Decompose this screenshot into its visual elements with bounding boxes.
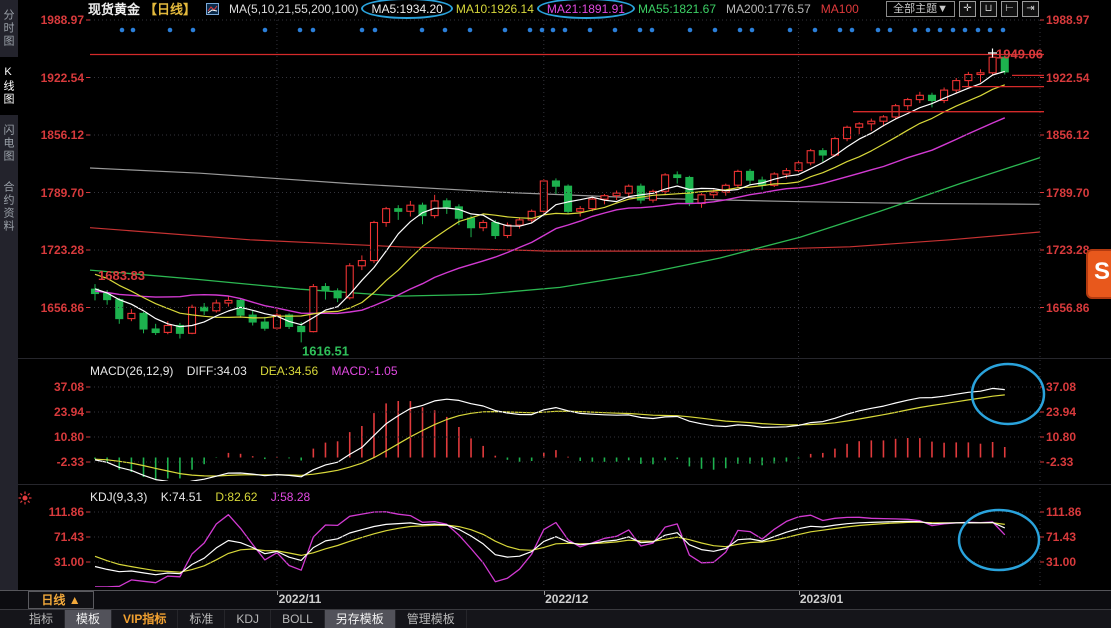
kdj-axis-label-right: 31.00 xyxy=(1046,555,1110,569)
date-tick-mark xyxy=(799,591,800,595)
symbol-name: 现货黄金 xyxy=(88,0,140,18)
macd-diff-value: DIFF:34.03 xyxy=(187,364,247,378)
bottom-tab-6[interactable]: 另存模板 xyxy=(325,610,396,628)
main-axis-label-right: 1789.70 xyxy=(1046,186,1110,200)
kdj-axis-label-right: 111.86 xyxy=(1046,505,1110,519)
kdj-k-value: K:74.51 xyxy=(161,490,202,504)
main-axis-label-right: 1856.12 xyxy=(1046,128,1110,142)
chart-canvas: 1949.06 1683.83 1616.51 xyxy=(0,0,1111,628)
kdj-header: KDJ(9,3,3) K:74.51 D:82.62 J:58.28 xyxy=(90,490,320,504)
mini-chart-icon xyxy=(206,3,219,15)
kdj-d-value: D:82.62 xyxy=(215,490,257,504)
ma-params-label: MA(5,10,21,55,200,100) xyxy=(229,2,358,16)
bottom-tab-0[interactable]: 指标 xyxy=(18,610,65,628)
bottom-tab-1[interactable]: 模板 xyxy=(65,610,112,628)
macd-axis-label-right: 23.94 xyxy=(1046,405,1110,419)
sidebar-item-0[interactable]: 分时图 xyxy=(0,0,18,57)
bottom-tab-5[interactable]: BOLL xyxy=(271,610,325,628)
ma100-value: MA100 xyxy=(821,2,859,16)
kdj-title: KDJ(9,3,3) xyxy=(90,490,147,504)
bottom-tab-7[interactable]: 管理模板 xyxy=(396,610,467,628)
date-tick-label: 2022/12 xyxy=(545,592,588,606)
kdj-axis-label-right: 71.43 xyxy=(1046,530,1110,544)
alert-starburst-icon xyxy=(19,492,32,505)
macd-axis-label-right: 10.80 xyxy=(1046,430,1110,444)
sidebar-item-1[interactable]: K线图 xyxy=(0,57,18,115)
floating-s-badge[interactable]: S xyxy=(1086,249,1111,299)
indicator-tab-bar: 指标模板VIP指标标准KDJBOLL另存模板管理模板 xyxy=(0,609,1111,628)
svg-text:1616.51: 1616.51 xyxy=(302,343,349,358)
date-tick-mark xyxy=(544,591,545,595)
ma200-value: MA200:1776.57 xyxy=(726,2,811,16)
svg-text:1949.06: 1949.06 xyxy=(996,47,1043,62)
macd-axis-label-right: -2.33 xyxy=(1046,455,1110,469)
kdj-j-value: J:58.28 xyxy=(271,490,310,504)
macd-header: MACD(26,12,9) DIFF:34.03 DEA:34.56 MACD:… xyxy=(90,364,408,378)
date-axis-row: 2022/11 2022/12 2023/01 xyxy=(0,590,1111,609)
macd-axis-label-right: 37.08 xyxy=(1046,380,1110,394)
chart-legend-bar: 现货黄金 【日线】 MA(5,10,21,55,200,100) MA5:193… xyxy=(88,0,859,17)
trading-app-window: { "header": { "symbol": "现货黄金", "period"… xyxy=(0,0,1111,628)
expand-right-icon[interactable]: ⇥ xyxy=(1022,1,1039,17)
theme-dropdown-button[interactable]: 全部主题▼ xyxy=(886,1,955,17)
date-tick-label: 2023/01 xyxy=(800,592,843,606)
chart-type-sidebar: 分时图K线图闪电图合约资料 xyxy=(0,0,18,590)
ma21-value: MA21:1891.91 xyxy=(544,2,628,16)
ma55-value: MA55:1821.67 xyxy=(638,2,716,16)
date-tick-mark xyxy=(277,591,278,595)
macd-bar-value: MACD:-1.05 xyxy=(331,364,397,378)
macd-title: MACD(26,12,9) xyxy=(90,364,173,378)
bottom-tab-4[interactable]: KDJ xyxy=(225,610,271,628)
macd-dea-value: DEA:34.56 xyxy=(260,364,318,378)
axis-zoom-icon[interactable]: ⊔ xyxy=(980,1,997,17)
svg-text:1683.83: 1683.83 xyxy=(98,268,145,283)
bottom-tab-3[interactable]: 标准 xyxy=(178,610,225,628)
sidebar-item-3[interactable]: 合约资料 xyxy=(0,172,18,242)
date-tick-label: 2022/11 xyxy=(279,592,322,606)
main-axis-label-right: 1656.86 xyxy=(1046,301,1110,315)
period-label: 【日线】 xyxy=(144,0,196,18)
chart-toolbar: 全部主题▼ ✛ ⊔ ⊢ ⇥ xyxy=(886,1,1039,17)
main-axis-label-right: 1922.54 xyxy=(1046,71,1110,85)
period-selector[interactable]: 日线 ▲ xyxy=(28,591,94,609)
crosshair-icon[interactable]: ✛ xyxy=(959,1,976,17)
axis-pan-icon[interactable]: ⊢ xyxy=(1001,1,1018,17)
ma5-value: MA5:1934.20 xyxy=(368,2,445,16)
ma10-value: MA10:1926.14 xyxy=(456,2,534,16)
bottom-tab-2[interactable]: VIP指标 xyxy=(112,610,178,628)
main-axis-label-right: 1988.97 xyxy=(1046,13,1110,27)
sidebar-item-2[interactable]: 闪电图 xyxy=(0,115,18,172)
